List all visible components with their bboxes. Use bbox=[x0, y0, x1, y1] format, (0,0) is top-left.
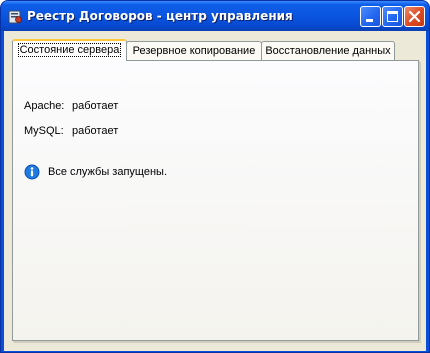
info-icon bbox=[24, 164, 40, 180]
tab-label: Резервное копирование bbox=[132, 45, 256, 57]
apache-label: Apache: bbox=[24, 100, 65, 112]
maximize-button[interactable] bbox=[382, 6, 403, 27]
apache-status-row: Apache: работает bbox=[24, 99, 118, 113]
mysql-status-row: MySQL: работает bbox=[24, 124, 118, 138]
mysql-status-value: работает bbox=[72, 125, 119, 137]
database-app-icon[interactable] bbox=[7, 8, 23, 24]
minimize-icon bbox=[366, 19, 373, 22]
minimize-button[interactable] bbox=[360, 6, 381, 27]
title-bar[interactable]: Реестр Договоров - центр управления bbox=[1, 1, 429, 31]
close-icon bbox=[408, 10, 421, 23]
apache-status-value: работает bbox=[72, 100, 119, 112]
tab-server-status[interactable]: Состояние сервера bbox=[12, 39, 127, 61]
tab-label: Восстановление данных bbox=[265, 45, 391, 57]
status-message-text: Все службы запущены. bbox=[48, 166, 167, 178]
server-status-panel: Apache: работает MySQL: работает Все служб… bbox=[12, 60, 419, 341]
tab-backup[interactable]: Резервное копирование bbox=[126, 41, 262, 60]
mysql-label: MySQL: bbox=[24, 125, 64, 137]
app-window: Реестр Договоров - центр управления Сост… bbox=[0, 0, 430, 353]
window-client-area: Состояние сервера Резервное копирование … bbox=[4, 31, 426, 351]
tab-strip: Состояние сервера Резервное копирование … bbox=[4, 31, 426, 61]
close-button[interactable] bbox=[404, 6, 425, 27]
tab-label: Состояние сервера bbox=[17, 43, 122, 57]
window-title: Реестр Договоров - центр управления bbox=[27, 9, 293, 23]
maximize-icon bbox=[387, 11, 398, 22]
tab-restore[interactable]: Восстановление данных bbox=[261, 41, 395, 60]
